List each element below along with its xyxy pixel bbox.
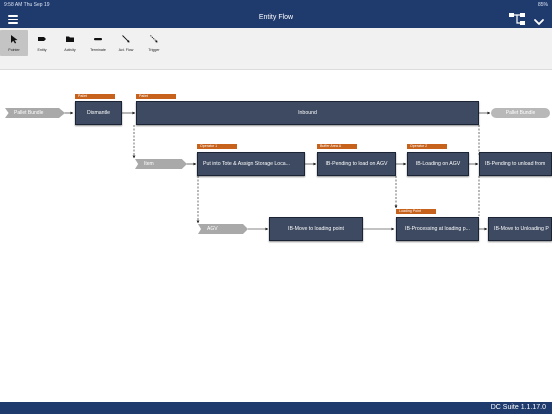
chevron-down-icon[interactable] — [533, 14, 545, 26]
tool-activity[interactable]: Activity — [56, 30, 84, 56]
entity-icon — [38, 37, 46, 41]
activity-ib-move-unloading[interactable]: IB-Move to Unloading P — [488, 217, 552, 241]
entity-flow-screen: 9:58 AM Thu Sep 19 85% Entity Flow Point… — [0, 0, 552, 414]
activity-ib-loading-agv[interactable]: IB-Loading on AGV — [407, 152, 469, 176]
entity-item[interactable]: Item — [135, 159, 187, 169]
tool-activity-flow[interactable]: Act. Flow — [112, 30, 140, 56]
activity-dismantle[interactable]: Dismantle — [75, 101, 122, 125]
tool-label: Act. Flow — [118, 48, 134, 52]
tool-label: Trigger — [148, 48, 160, 52]
activity-ib-pending-unload[interactable]: IB-Pending to unload from — [479, 152, 552, 176]
pointer-icon — [11, 35, 18, 44]
resource-tag-pallet[interactable]: Pallet — [136, 94, 176, 99]
status-date: Thu Sep 19 — [23, 2, 50, 8]
tool-trigger[interactable]: Trigger — [140, 30, 168, 56]
tool-terminate[interactable]: Terminate — [84, 30, 112, 56]
entity-pallet-bundle-start[interactable]: Pallet Bundle — [5, 108, 65, 118]
tool-label: Terminate — [90, 48, 106, 52]
tool-label: Pointer — [8, 48, 20, 52]
resource-tag-buffer-area-a[interactable]: Buffer Area A — [317, 144, 357, 149]
activity-ib-move-loading[interactable]: IB-Move to loading point — [269, 217, 363, 241]
footer-bar: DC Suite 1.1.17.0 — [0, 402, 552, 414]
resource-tag-operator-2[interactable]: Operator 2 — [407, 144, 447, 149]
flow-arrow-icon — [122, 35, 130, 43]
flow-diagram-icon[interactable] — [508, 12, 526, 26]
tool-entity[interactable]: Entity — [28, 30, 56, 56]
tool-label: Activity — [64, 48, 76, 52]
page-title: Entity Flow — [258, 14, 294, 21]
folder-icon — [66, 36, 74, 42]
status-time-text: 9:58 AM — [4, 2, 23, 8]
activity-ib-pending-load[interactable]: IB-Pending to load on AGV — [317, 152, 396, 176]
activity-ib-processing[interactable]: IB-Processing at loading p... — [396, 217, 479, 241]
status-bar: 9:58 AM Thu Sep 19 85% — [0, 0, 552, 10]
activity-put-into-tote[interactable]: Put into Tote & Assign Storage Loca... — [197, 152, 305, 176]
trigger-arrow-icon — [150, 35, 158, 43]
app-version: DC Suite 1.1.17.0 — [490, 404, 546, 411]
status-time: 9:58 AM Thu Sep 19 — [4, 2, 50, 8]
resource-tag-operator-1[interactable]: Operator 1 — [197, 144, 237, 149]
toolbar: Pointer Entity Activity Terminate Act. F… — [0, 28, 552, 70]
flow-canvas[interactable]: Pallet Bundle Pallet Dismantle Pallet In… — [0, 70, 552, 402]
resource-tag-loading-point[interactable]: Loading Point — [396, 209, 436, 214]
entity-agv[interactable]: AGV — [198, 224, 248, 234]
resource-tag-pallet[interactable]: Pallet — [75, 94, 115, 99]
entity-pallet-bundle-end[interactable]: Pallet Bundle — [491, 108, 550, 118]
activity-inbound[interactable]: Inbound — [136, 101, 479, 125]
tool-label: Entity — [37, 48, 47, 52]
tool-pointer[interactable]: Pointer — [0, 30, 28, 56]
nav-bar: Entity Flow — [0, 10, 552, 28]
battery-level: 85% — [537, 2, 548, 8]
terminate-icon — [94, 38, 102, 41]
